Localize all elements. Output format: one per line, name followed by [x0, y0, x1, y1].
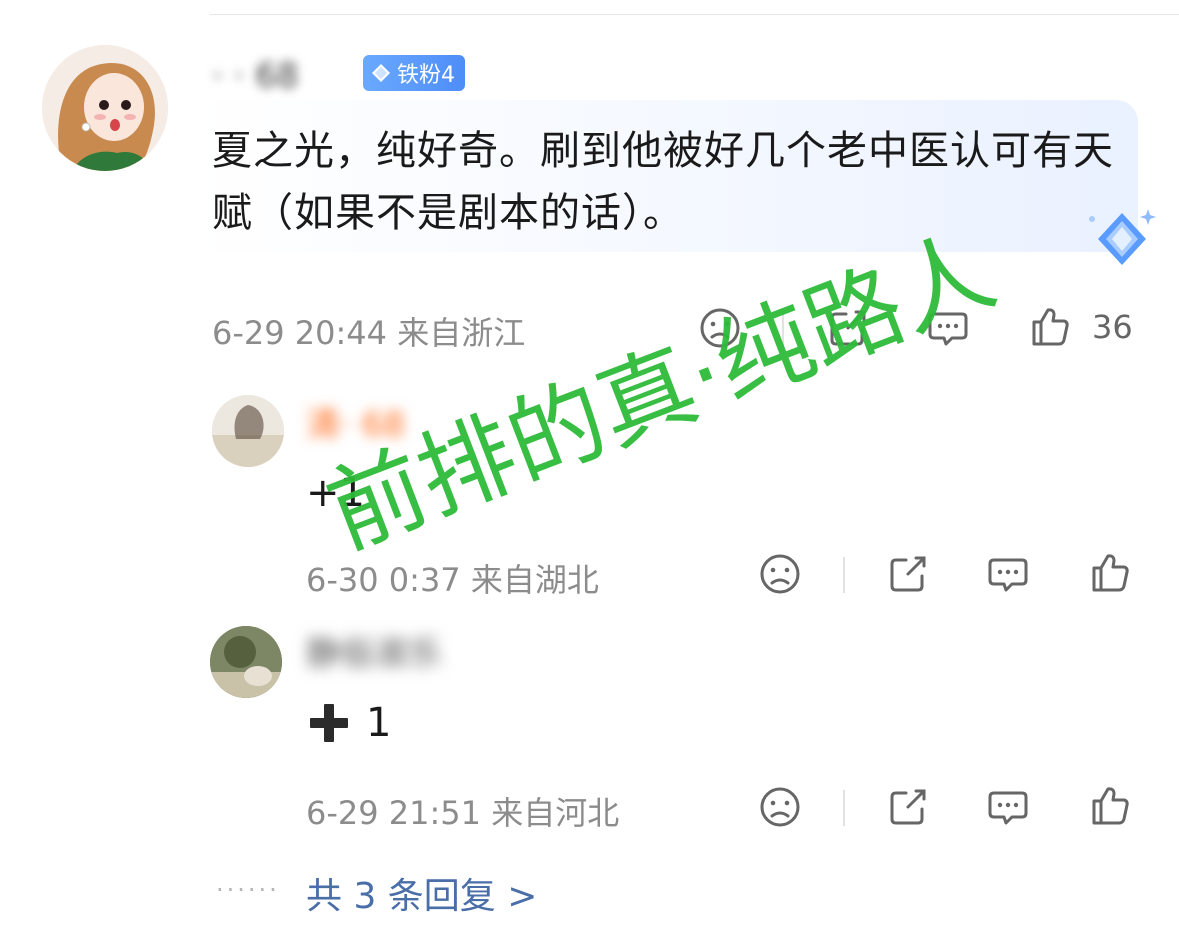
share-icon[interactable]	[886, 785, 930, 829]
badge-label: 铁粉4	[397, 63, 455, 88]
reply-text-row: 1	[306, 700, 391, 746]
reply-avatar[interactable]	[212, 395, 284, 467]
more-dots: ······	[216, 876, 280, 904]
comment-icon[interactable]	[986, 552, 1030, 596]
divider	[210, 14, 1179, 15]
plus-icon	[310, 704, 348, 742]
diamond-icon	[1089, 209, 1156, 265]
action-divider	[843, 790, 845, 826]
comment-icon[interactable]	[986, 785, 1030, 829]
like-count: 36	[1092, 308, 1133, 346]
thumbs-up-icon[interactable]	[1028, 304, 1072, 348]
thumbs-up-icon[interactable]	[1088, 550, 1132, 594]
reply-text: 1	[366, 700, 392, 746]
comment-username[interactable]: · · 68	[212, 56, 299, 96]
fan-level-badge[interactable]: 铁粉4	[363, 55, 465, 91]
avatar[interactable]	[42, 45, 168, 171]
reply-avatar[interactable]	[210, 626, 282, 698]
action-divider	[843, 557, 845, 593]
comment-text: 夏之光，纯好奇。刷到他被好几个老中医认可有天赋（如果不是剧本的话）。	[212, 128, 1114, 236]
thumbs-up-icon[interactable]	[1088, 783, 1132, 827]
diamond-icon	[372, 64, 390, 82]
comment-thread: · · 68 铁粉4 夏之光，纯好奇。刷到他被好几个老中医认可有天赋（如果不是剧…	[0, 0, 1179, 940]
share-icon[interactable]	[886, 552, 930, 596]
reply-username[interactable]: 静俗淑乐	[306, 626, 442, 675]
sad-face-icon[interactable]	[758, 552, 802, 596]
comment-meta: 6-29 20:44 来自浙江	[212, 314, 526, 352]
reply-meta: 6-29 21:51 来自河北	[306, 794, 620, 832]
view-all-replies-link[interactable]: 共 3 条回复 >	[306, 867, 537, 919]
sad-face-icon[interactable]	[758, 785, 802, 829]
